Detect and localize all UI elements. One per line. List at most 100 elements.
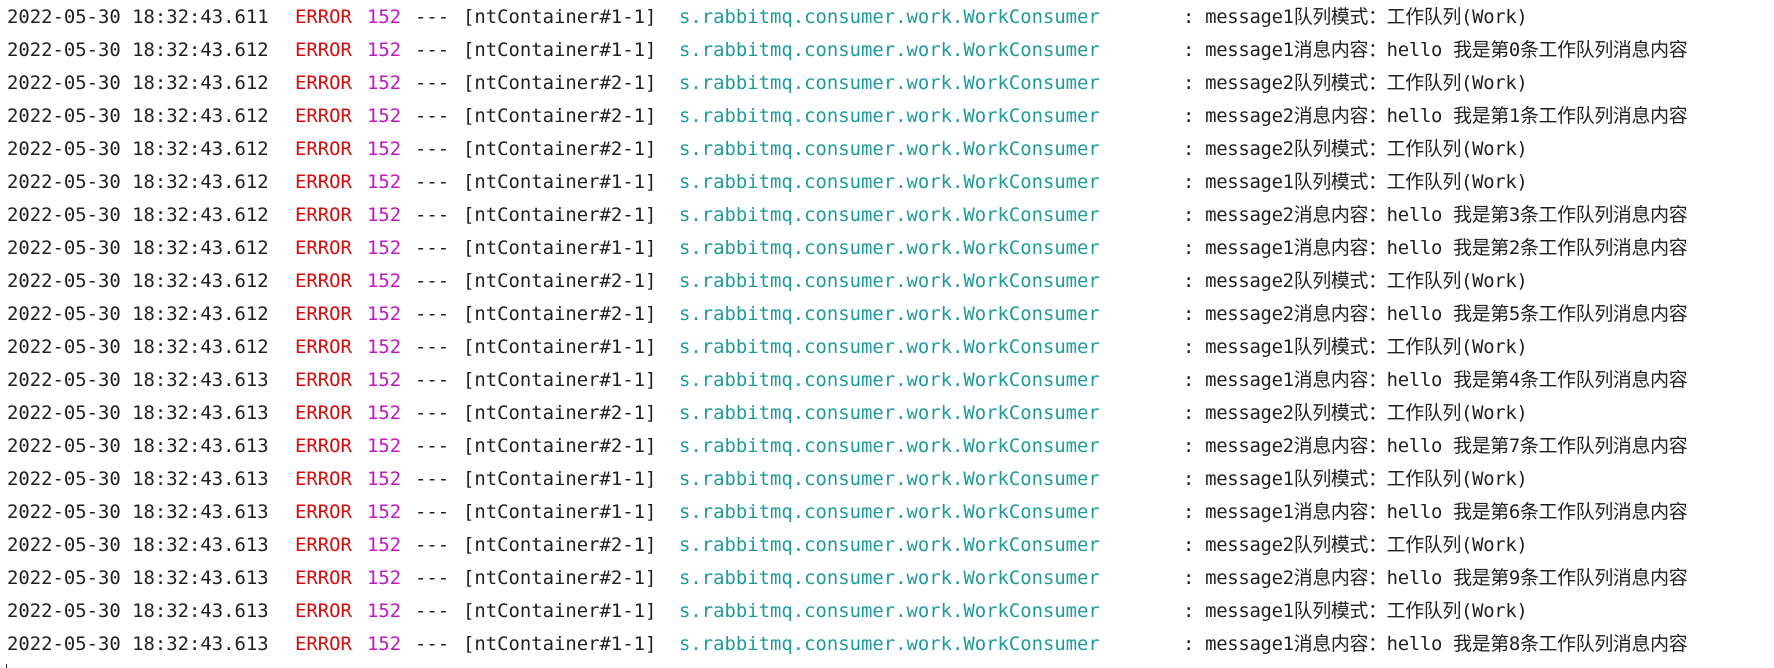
thread-name: [ntContainer#2-1] [463, 303, 657, 325]
process-id: 152 [367, 336, 402, 358]
thread-name: [ntContainer#2-1] [463, 402, 657, 424]
separator: --- [415, 402, 450, 424]
log-level: ERROR [295, 72, 352, 94]
process-id: 152 [367, 270, 402, 292]
log-message: : message1消息内容：hello 我是第4条工作队列消息内容 [1183, 369, 1688, 391]
timestamp: 2022-05-30 18:32:43.612 [7, 303, 269, 325]
log-message: : message2消息内容：hello 我是第5条工作队列消息内容 [1183, 303, 1688, 325]
process-id: 152 [367, 468, 402, 490]
timestamp: 2022-05-30 18:32:43.613 [7, 567, 269, 589]
thread-name: [ntContainer#2-1] [463, 534, 657, 556]
log-level: ERROR [295, 633, 352, 655]
log-level: ERROR [295, 369, 352, 391]
logger-name: s.rabbitmq.consumer.work.WorkConsumer [679, 303, 1100, 325]
log-message: : message1消息内容：hello 我是第6条工作队列消息内容 [1183, 501, 1688, 523]
separator: --- [415, 6, 450, 28]
process-id: 152 [367, 534, 402, 556]
timestamp: 2022-05-30 18:32:43.613 [7, 369, 269, 391]
thread-name: [ntContainer#1-1] [463, 6, 657, 28]
logger-name: s.rabbitmq.consumer.work.WorkConsumer [679, 138, 1100, 160]
logger-name: s.rabbitmq.consumer.work.WorkConsumer [679, 39, 1100, 61]
separator: --- [415, 270, 450, 292]
logger-name: s.rabbitmq.consumer.work.WorkConsumer [679, 567, 1100, 589]
log-message: : message1队列模式：工作队列(Work) [1183, 6, 1528, 28]
timestamp: 2022-05-30 18:32:43.613 [7, 435, 269, 457]
log-level: ERROR [295, 237, 352, 259]
logger-name: s.rabbitmq.consumer.work.WorkConsumer [679, 402, 1100, 424]
thread-name: [ntContainer#2-1] [463, 204, 657, 226]
log-level: ERROR [295, 39, 352, 61]
timestamp: 2022-05-30 18:32:43.613 [7, 534, 269, 556]
timestamp: 2022-05-30 18:32:43.612 [7, 237, 269, 259]
log-level: ERROR [295, 435, 352, 457]
log-line: 2022-05-30 18:32:43.612 ERROR 152 --- [ntCon… [7, 331, 1687, 364]
separator: --- [415, 39, 450, 61]
log-line: 2022-05-30 18:32:43.612 ERROR 152 --- [ntCon… [7, 34, 1688, 67]
thread-name: [ntContainer#2-1] [463, 567, 657, 589]
log-line: 2022-05-30 18:32:43.612 ERROR 152 --- [ntCon… [7, 298, 1688, 331]
separator: --- [415, 72, 450, 94]
log-level: ERROR [295, 105, 352, 127]
process-id: 152 [367, 402, 402, 424]
thread-name: [ntContainer#1-1] [463, 600, 657, 622]
logger-name: s.rabbitmq.consumer.work.WorkConsumer [679, 534, 1100, 556]
timestamp: 2022-05-30 18:32:43.612 [7, 39, 269, 61]
process-id: 152 [367, 303, 402, 325]
logger-name: s.rabbitmq.consumer.work.WorkConsumer [679, 633, 1100, 655]
log-message: : message1队列模式：工作队列(Work) [1183, 468, 1528, 490]
logger-name: s.rabbitmq.consumer.work.WorkConsumer [679, 72, 1100, 94]
separator: --- [415, 171, 450, 193]
log-level: ERROR [295, 336, 352, 358]
log-message: : message2队列模式：工作队列(Work) [1183, 270, 1528, 292]
thread-name: [ntContainer#1-1] [463, 336, 657, 358]
process-id: 152 [367, 204, 402, 226]
thread-name: [ntContainer#1-1] [463, 39, 657, 61]
timestamp: 2022-05-30 18:32:43.612 [7, 105, 269, 127]
log-line: 2022-05-30 18:32:43.613 ERROR 152 --- [ntCon… [7, 496, 1688, 529]
logger-name: s.rabbitmq.consumer.work.WorkConsumer [679, 600, 1100, 622]
logger-name: s.rabbitmq.consumer.work.WorkConsumer [679, 468, 1100, 490]
log-level: ERROR [295, 402, 352, 424]
process-id: 152 [367, 369, 402, 391]
logger-name: s.rabbitmq.consumer.work.WorkConsumer [679, 435, 1100, 457]
timestamp: 2022-05-30 18:32:43.612 [7, 270, 269, 292]
process-id: 152 [367, 6, 402, 28]
logger-name: s.rabbitmq.consumer.work.WorkConsumer [679, 171, 1100, 193]
log-line: 2022-05-30 18:32:43.611 ERROR 152 --- [ntCon… [7, 1, 1687, 34]
log-message: : message2消息内容：hello 我是第9条工作队列消息内容 [1183, 567, 1688, 589]
separator: --- [415, 567, 450, 589]
log-line: 2022-05-30 18:32:43.613 ERROR 152 --- [ntCon… [7, 562, 1688, 595]
log-level: ERROR [295, 270, 352, 292]
log-line: 2022-05-30 18:32:43.613 ERROR 152 --- [ntCon… [7, 430, 1688, 463]
separator: --- [415, 336, 450, 358]
logger-name: s.rabbitmq.consumer.work.WorkConsumer [679, 237, 1100, 259]
log-message: : message1队列模式：工作队列(Work) [1183, 171, 1528, 193]
process-id: 152 [367, 435, 402, 457]
separator: --- [415, 600, 450, 622]
separator: --- [415, 534, 450, 556]
separator: --- [415, 501, 450, 523]
log-line: 2022-05-30 18:32:43.613 ERROR 152 --- [ntCon… [7, 364, 1688, 397]
thread-name: [ntContainer#2-1] [463, 72, 657, 94]
log-line: 2022-05-30 18:32:43.613 ERROR 152 --- [ntCon… [7, 397, 1687, 430]
text-cursor [6, 664, 7, 668]
log-message: : message2队列模式：工作队列(Work) [1183, 138, 1528, 160]
thread-name: [ntContainer#1-1] [463, 501, 657, 523]
log-level: ERROR [295, 600, 352, 622]
process-id: 152 [367, 600, 402, 622]
log-level: ERROR [295, 534, 352, 556]
separator: --- [415, 204, 450, 226]
thread-name: [ntContainer#2-1] [463, 105, 657, 127]
thread-name: [ntContainer#2-1] [463, 435, 657, 457]
log-line: 2022-05-30 18:32:43.613 ERROR 152 --- [ntCon… [7, 463, 1687, 496]
timestamp: 2022-05-30 18:32:43.613 [7, 600, 269, 622]
log-message: : message2消息内容：hello 我是第7条工作队列消息内容 [1183, 435, 1688, 457]
log-level: ERROR [295, 204, 352, 226]
log-level: ERROR [295, 138, 352, 160]
console-output-panel[interactable]: 2022-05-30 18:32:43.611 ERROR 152 --- [ntCon… [0, 0, 1774, 668]
log-message: : message1消息内容：hello 我是第2条工作队列消息内容 [1183, 237, 1688, 259]
logger-name: s.rabbitmq.consumer.work.WorkConsumer [679, 336, 1100, 358]
process-id: 152 [367, 633, 402, 655]
log-line: 2022-05-30 18:32:43.612 ERROR 152 --- [ntCon… [7, 100, 1688, 133]
log-message: : message1队列模式：工作队列(Work) [1183, 600, 1528, 622]
